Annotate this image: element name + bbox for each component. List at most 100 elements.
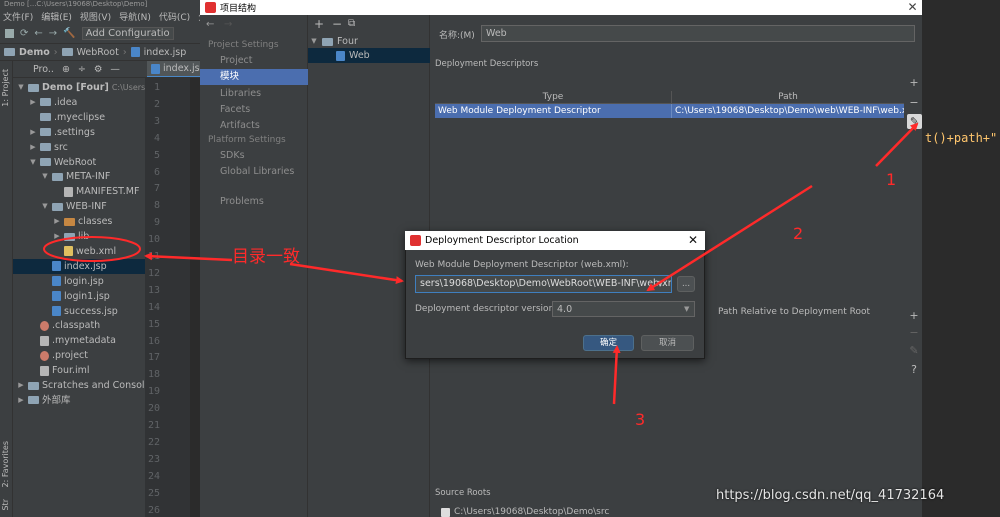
- nav-item-libraries[interactable]: Libraries: [200, 86, 308, 102]
- tree-item[interactable]: ▶ .idea: [13, 95, 77, 110]
- tree-item[interactable]: ▶ .settings: [13, 125, 95, 140]
- tree-item[interactable]: login1.jsp: [13, 289, 110, 304]
- expand-arrow-icon[interactable]: ▶: [53, 229, 61, 244]
- nav-item-sdks[interactable]: SDKs: [200, 148, 308, 164]
- breadcrumb-item[interactable]: index.jsp: [144, 47, 187, 58]
- nav-item-facets[interactable]: Facets: [200, 102, 308, 118]
- tree-item[interactable]: MANIFEST.MF: [13, 184, 139, 199]
- save-icon[interactable]: [5, 29, 14, 38]
- sync-icon[interactable]: ⟳: [20, 28, 28, 39]
- expand-arrow-icon[interactable]: ▼: [17, 80, 25, 95]
- expand-arrow-icon[interactable]: ▼: [29, 155, 37, 170]
- folder-icon: [40, 128, 51, 137]
- structure-tool-tab[interactable]: Str: [1, 499, 10, 511]
- column-header-path[interactable]: Path: [671, 91, 904, 104]
- remove-module-icon[interactable]: −: [332, 17, 342, 31]
- menu-item-3[interactable]: 导航(N): [119, 10, 151, 23]
- tree-item[interactable]: web.xml: [13, 244, 116, 259]
- nav-item-global-libraries[interactable]: Global Libraries: [200, 164, 308, 180]
- help-icon[interactable]: ?: [908, 364, 920, 376]
- file-icon: [40, 335, 49, 346]
- nav-item-project[interactable]: Project: [200, 53, 308, 69]
- ok-button[interactable]: 确定: [583, 335, 634, 351]
- menu-item-1[interactable]: 编辑(E): [41, 10, 72, 23]
- expand-arrow-icon[interactable]: ▶: [17, 393, 25, 408]
- collapse-icon[interactable]: ÷: [78, 64, 86, 75]
- expand-arrow-icon[interactable]: ▶: [29, 95, 37, 110]
- add-descriptor-icon[interactable]: +: [908, 77, 920, 89]
- menu-item-0[interactable]: 文件(F): [3, 10, 33, 23]
- project-tool-tab[interactable]: 1: Project: [1, 69, 10, 107]
- tree-item[interactable]: ▶ classes: [13, 214, 112, 229]
- expand-arrow-icon[interactable]: ▶: [53, 214, 61, 229]
- menu-item-4[interactable]: 代码(C): [159, 10, 190, 23]
- remove-descriptor-icon[interactable]: −: [908, 97, 920, 109]
- add-module-icon[interactable]: +: [314, 17, 324, 31]
- dropdown-arrow-icon[interactable]: ▼: [657, 279, 663, 288]
- column-header-type[interactable]: Type: [435, 91, 671, 104]
- nav-item-problems[interactable]: Problems: [200, 194, 308, 210]
- close-icon[interactable]: ✕: [905, 0, 920, 15]
- locate-icon[interactable]: ⊕: [62, 64, 70, 75]
- add-configuration-button[interactable]: Add Configuratio: [81, 27, 174, 40]
- forward-icon[interactable]: →: [49, 28, 57, 39]
- tree-item[interactable]: .mymetadata: [13, 333, 116, 348]
- tree-item[interactable]: index.jsp: [13, 258, 145, 274]
- module-tree-four[interactable]: ▼ Four: [310, 34, 430, 49]
- cancel-button[interactable]: 取消: [641, 335, 694, 351]
- tree-item[interactable]: ▼ META-INF: [13, 169, 110, 184]
- tree-item[interactable]: .project: [13, 348, 88, 363]
- expand-arrow-icon[interactable]: ▶: [29, 140, 37, 155]
- editor-area[interactable]: [190, 78, 200, 517]
- breadcrumb-item[interactable]: Demo: [19, 47, 50, 58]
- expand-arrow-icon[interactable]: ▼: [41, 169, 49, 184]
- breadcrumb-item[interactable]: WebRoot: [77, 47, 119, 58]
- copy-module-icon[interactable]: ⧉: [348, 18, 355, 29]
- expand-arrow-icon[interactable]: ▼: [310, 34, 318, 49]
- tree-item[interactable]: success.jsp: [13, 304, 118, 319]
- module-tree-web[interactable]: Web: [308, 48, 430, 63]
- source-root-item[interactable]: C:\Users\19068\Desktop\Demo\src: [441, 507, 609, 517]
- nav-item-modules[interactable]: 模块: [200, 69, 308, 85]
- expand-arrow-icon[interactable]: ▶: [29, 125, 37, 140]
- editor-tab-index-jsp[interactable]: index.jsp: [147, 61, 200, 77]
- tree-item[interactable]: ▼ WebRoot: [13, 155, 96, 170]
- descriptor-path-cell[interactable]: C:\Users\19068\Desktop\Demo\web\WEB-INF\…: [671, 104, 904, 118]
- chevron-down-icon[interactable]: ▼: [684, 305, 689, 313]
- tree-item[interactable]: ▶ src: [13, 140, 68, 155]
- checkbox-icon[interactable]: [441, 507, 450, 517]
- remove-resource-icon[interactable]: −: [908, 327, 920, 339]
- tree-item[interactable]: ▼Demo [Four]C:\Users\1: [13, 80, 145, 95]
- edit-pencil-icon[interactable]: ✎: [907, 114, 922, 129]
- tree-item[interactable]: ▶ lib: [13, 229, 89, 244]
- project-view-selector[interactable]: Pro..: [33, 64, 54, 75]
- tree-item[interactable]: .myeclipse: [13, 110, 105, 125]
- menu-item-2[interactable]: 视图(V): [80, 10, 111, 23]
- version-select[interactable]: 4.0: [552, 301, 695, 317]
- tree-item[interactable]: ▶ Scratches and Consoles: [13, 378, 145, 393]
- expand-arrow-icon[interactable]: ▶: [17, 378, 25, 393]
- forward-icon[interactable]: →: [224, 19, 232, 30]
- back-icon[interactable]: ←: [34, 28, 42, 39]
- browse-button[interactable]: ...: [677, 276, 695, 292]
- tree-item[interactable]: Four.iml: [13, 363, 90, 378]
- build-icon[interactable]: 🔨: [63, 28, 75, 39]
- expand-arrow-icon[interactable]: ▼: [41, 199, 49, 214]
- descriptor-type-cell[interactable]: Web Module Deployment Descriptor: [435, 104, 671, 118]
- descriptor-path-field[interactable]: sers\19068\Desktop\Demo\WebRoot\WEB-INF\…: [415, 275, 672, 293]
- gear-icon[interactable]: ⚙: [94, 64, 103, 75]
- favorites-tool-tab[interactable]: 2: Favorites: [1, 441, 10, 487]
- name-field[interactable]: Web: [481, 25, 915, 42]
- back-icon[interactable]: ←: [206, 19, 214, 30]
- nav-item-artifacts[interactable]: Artifacts: [200, 118, 308, 134]
- tree-item[interactable]: ▼ WEB-INF: [13, 199, 106, 214]
- tree-item[interactable]: .classpath: [13, 318, 100, 333]
- edit-resource-icon[interactable]: ✎: [908, 345, 920, 357]
- tree-item[interactable]: ▶ 外部库: [13, 393, 70, 408]
- tree-item[interactable]: login.jsp: [13, 274, 104, 289]
- add-resource-icon[interactable]: +: [908, 310, 920, 322]
- editor-area-right[interactable]: [922, 0, 1000, 517]
- dialog-close-icon[interactable]: ✕: [685, 232, 701, 248]
- hide-icon[interactable]: —: [110, 64, 120, 75]
- source-roots-title: Source Roots: [435, 488, 491, 498]
